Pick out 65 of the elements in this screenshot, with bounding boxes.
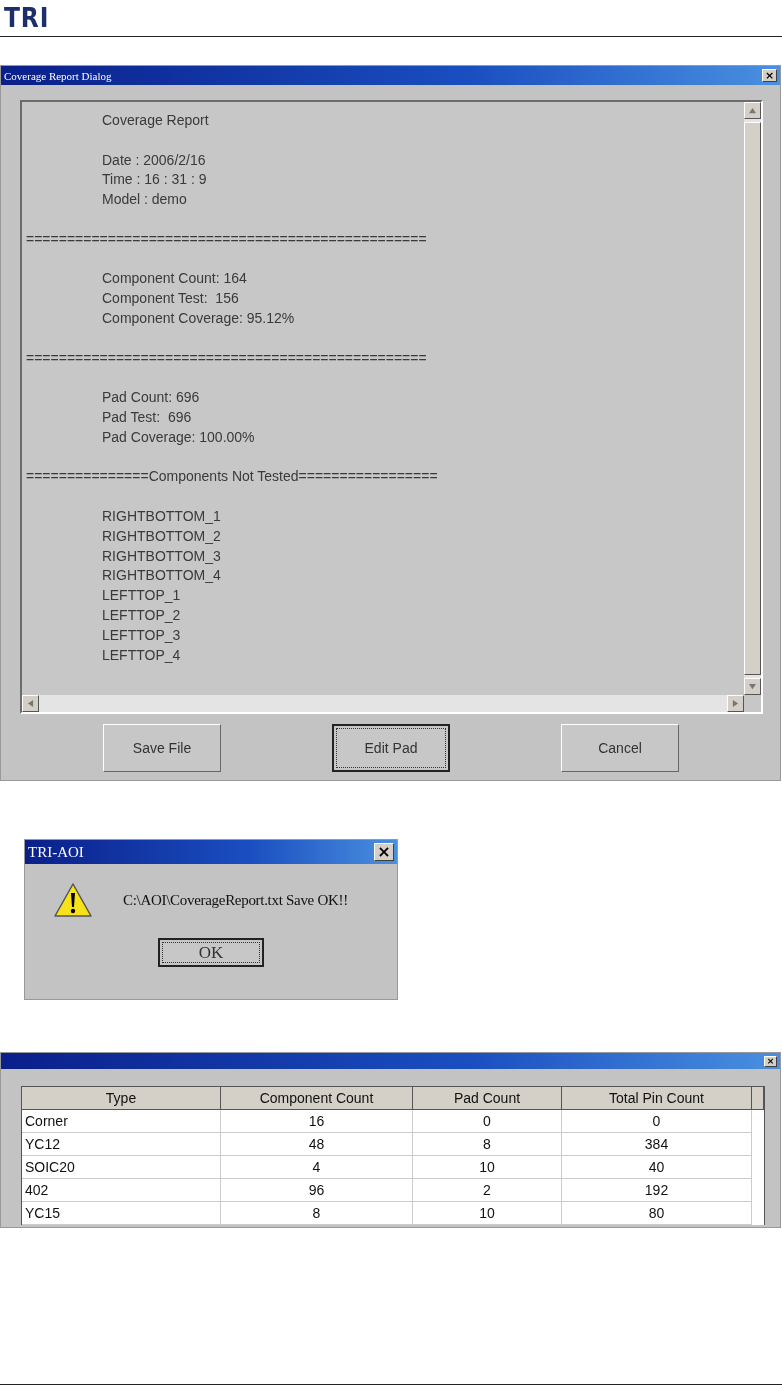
report-line: Pad Count: 696 — [101, 388, 201, 408]
report-line: Component Count: 164 — [101, 269, 248, 289]
table-cell: 192 — [562, 1179, 752, 1202]
table-cell: SOIC20 — [22, 1156, 221, 1179]
separator-line: ================================================= — [26, 229, 428, 249]
report-text-area[interactable] — [20, 100, 763, 714]
column-header[interactable] — [752, 1087, 764, 1110]
column-header[interactable]: Component Count — [221, 1087, 413, 1110]
report-line: Date : 2006/2/16 — [101, 150, 207, 170]
report-line: Coverage Report — [101, 111, 210, 130]
table-cell: 10 — [413, 1202, 562, 1225]
table-cell: 8 — [413, 1133, 562, 1156]
report-line: LEFTTOP_4 — [101, 645, 182, 665]
table-cell: 402 — [22, 1179, 221, 1202]
table-cell: 48 — [221, 1133, 413, 1156]
table-cell: 96 — [221, 1179, 413, 1202]
table-cell: 10 — [413, 1156, 562, 1179]
warning-icon — [53, 882, 93, 918]
report-line: LEFTTOP_1 — [101, 586, 182, 606]
window-title: Coverage Report Dialog — [4, 69, 112, 82]
dialog-button[interactable]: Cancel — [561, 724, 679, 772]
column-header[interactable]: Pad Count — [413, 1087, 562, 1110]
ok-button[interactable]: OK — [158, 938, 264, 967]
table-cell: 0 — [413, 1110, 562, 1133]
report-line: RIGHTBOTTOM_1 — [101, 506, 222, 526]
report-line: RIGHTBOTTOM_3 — [101, 546, 222, 566]
table-cell: 40 — [562, 1156, 752, 1179]
separator-line: ===============Components Not Tested================= — [26, 467, 439, 487]
report-line: Pad Test: 696 — [101, 407, 193, 427]
report-line: Component Coverage: 95.12% — [101, 308, 296, 328]
close-button[interactable]: × — [762, 69, 777, 82]
horizontal-scrollbar[interactable] — [22, 695, 744, 712]
table-cell: 80 — [562, 1202, 752, 1225]
separator-line: ================================================= — [26, 348, 428, 368]
table-cell: Corner — [22, 1110, 221, 1133]
table-cell: 384 — [562, 1133, 752, 1156]
close-button[interactable]: × — [374, 843, 394, 861]
arrow-icon — [27, 700, 34, 707]
window-title: TRI-AOI — [28, 843, 84, 861]
close-button[interactable]: × — [764, 1055, 777, 1067]
report-line: Time : 16 : 31 : 9 — [101, 170, 208, 190]
table-cell: 4 — [221, 1156, 413, 1179]
table-cell: 0 — [562, 1110, 752, 1133]
table-cell: 2 — [413, 1179, 562, 1202]
dialog-button[interactable]: Save File — [103, 724, 221, 772]
logo: TRI — [4, 3, 50, 33]
report-line: Model : demo — [101, 190, 188, 210]
report-line: Pad Coverage: 100.00% — [101, 427, 256, 447]
report-line: LEFTTOP_2 — [101, 605, 182, 625]
column-header[interactable]: Total Pin Count — [562, 1087, 752, 1110]
report-line: Component Test: 156 — [101, 289, 240, 309]
table-cell: 8 — [221, 1202, 413, 1225]
table-cell: YC12 — [22, 1133, 221, 1156]
message-text: C:\AOI\CoverageReport.txt Save OK!! — [123, 891, 348, 909]
dialog-button[interactable]: Edit Pad — [332, 724, 450, 772]
arrow-icon — [749, 107, 756, 114]
report-line: LEFTTOP_3 — [101, 625, 182, 645]
arrow-icon — [749, 683, 756, 690]
report-line: RIGHTBOTTOM_4 — [101, 566, 222, 586]
table-cell: 16 — [221, 1110, 413, 1133]
report-line: RIGHTBOTTOM_2 — [101, 526, 222, 546]
column-header[interactable]: Type — [22, 1087, 221, 1110]
table-cell: YC15 — [22, 1202, 221, 1225]
vertical-scrollbar[interactable] — [744, 102, 761, 695]
arrow-icon — [732, 700, 739, 707]
